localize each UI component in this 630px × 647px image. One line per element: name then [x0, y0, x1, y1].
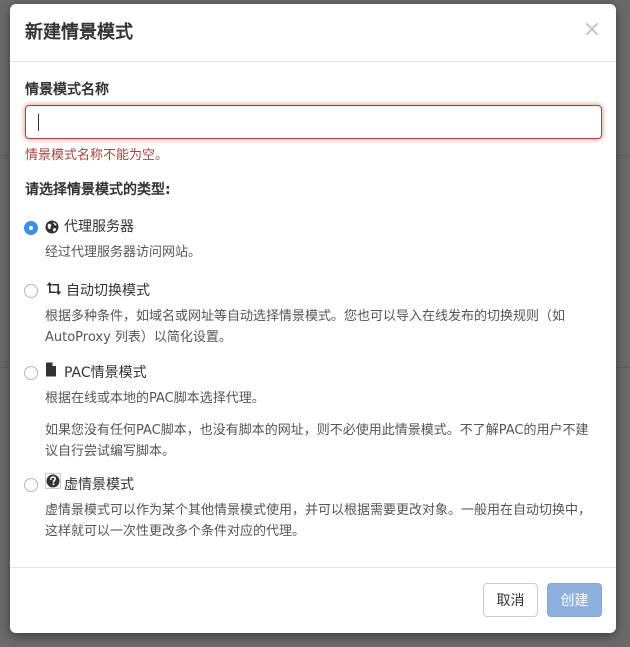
profile-name-error: 情景模式名称不能为空。	[25, 148, 169, 163]
option-description-extra: 如果您没有任何PAC脚本，也没有脚本的网址，则不必使用此情景模式。不了解PAC的…	[45, 423, 589, 459]
dialog-footer: 取消 创建	[10, 567, 616, 633]
retweet-icon	[46, 282, 62, 295]
option-title: 虚情景模式	[64, 477, 134, 493]
profile-name-label: 情景模式名称	[25, 82, 109, 98]
radio-pac[interactable]	[24, 366, 38, 380]
cancel-button[interactable]: 取消	[483, 583, 538, 617]
option-description: 经过代理服务器访问网站。	[45, 245, 202, 260]
profile-type-label: 请选择情景模式的类型:	[25, 182, 171, 198]
globe-icon	[45, 220, 59, 234]
close-icon[interactable]: ×	[582, 19, 602, 41]
option-title: PAC情景模式	[64, 365, 147, 381]
text-caret	[38, 114, 39, 131]
option-title: 自动切换模式	[66, 283, 150, 299]
option-description: 根据多种条件，如域名或网址等自动选择情景模式。您也可以导入在线发布的切换规则（如…	[45, 309, 566, 345]
dialog-title: 新建情景模式	[25, 22, 133, 43]
profile-name-input[interactable]	[25, 105, 602, 139]
file-icon	[46, 362, 56, 377]
dialog-header: 新建情景模式 ×	[10, 4, 616, 62]
radio-auto-switch[interactable]	[24, 284, 38, 298]
option-description: 根据在线或本地的PAC脚本选择代理。	[45, 391, 265, 406]
option-title: 代理服务器	[64, 219, 134, 235]
create-button[interactable]: 创建	[547, 583, 602, 617]
radio-virtual[interactable]	[24, 478, 38, 492]
radio-proxy-server[interactable]	[24, 221, 38, 235]
option-description: 虚情景模式可以作为某个其他情景模式使用，并可以根据需要更改对象。一般用在自动切换…	[45, 503, 592, 539]
question-sign-icon	[45, 473, 61, 489]
new-profile-dialog: 新建情景模式 × 情景模式名称 情景模式名称不能为空。 请选择情景模式的类型: …	[10, 4, 616, 633]
